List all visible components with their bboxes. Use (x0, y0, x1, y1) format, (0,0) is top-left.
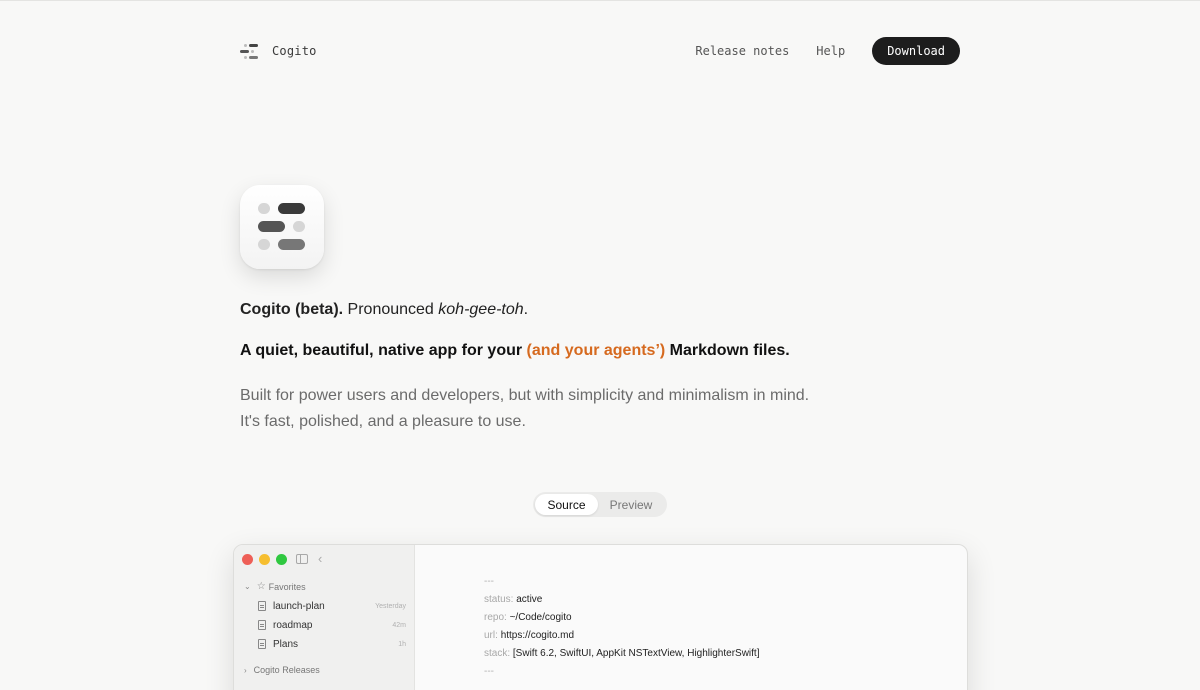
editor-line: status: active (484, 591, 760, 609)
sidebar-item-launch-plan[interactable]: launch-plan Yesterday (258, 598, 406, 614)
nav-links: Release notes Help Download (695, 36, 960, 66)
minimize-window-button[interactable] (259, 554, 270, 565)
headline-start: A quiet, beautiful, native app for your (240, 342, 527, 359)
cogito-logo-icon (240, 43, 258, 59)
releases-section[interactable]: › Cogito Releases (244, 665, 320, 675)
sidebar: ‹ ⌄ ☆ Favorites launch-plan Yesterday ro… (234, 545, 415, 690)
tagline: Cogito (beta). Pronounced koh-gee-toh. (240, 301, 528, 319)
line-value: https://cogito.md (500, 630, 575, 641)
sidebar-item-roadmap[interactable]: roadmap 42m (258, 617, 406, 633)
brand[interactable]: Cogito (240, 36, 317, 66)
brand-name: Cogito (272, 44, 317, 58)
close-window-button[interactable] (242, 554, 253, 565)
tab-source[interactable]: Source (535, 494, 598, 515)
sidebar-item-plans[interactable]: Plans 1h (258, 636, 406, 652)
releases-label: Cogito Releases (253, 665, 320, 675)
tagline-pronounced: Pronounced (343, 301, 439, 318)
headline-end: Markdown files. (665, 342, 790, 359)
file-name: launch-plan (273, 600, 325, 612)
description-line-1: Built for power users and developers, bu… (240, 387, 810, 404)
file-name: Plans (273, 638, 299, 650)
headline: A quiet, beautiful, native app for your … (240, 342, 790, 360)
headline-accent: (and your agents’) (526, 342, 666, 359)
star-icon: ☆ (256, 581, 266, 592)
chevron-down-icon: ⌄ (244, 582, 251, 591)
top-nav: Cogito Release notes Help Download (240, 36, 960, 66)
line-value: ~/Code/cogito (509, 612, 572, 623)
editor-line: repo: ~/Code/cogito (484, 609, 760, 627)
source-preview-toggle: Source Preview (533, 492, 667, 517)
line-value: [Swift 6.2, SwiftUI, AppKit NSTextView, … (512, 648, 760, 659)
line-value: active (516, 594, 543, 605)
frontmatter-close: --- (484, 666, 494, 677)
tagline-product: Cogito (beta). (240, 301, 344, 318)
document-icon (258, 639, 266, 649)
tagline-period: . (523, 301, 529, 318)
back-chevron-icon[interactable]: ‹ (318, 551, 322, 566)
file-time: 1h (398, 640, 406, 648)
editor-line: url: https://cogito.md (484, 627, 760, 645)
line-key: repo: (484, 612, 507, 623)
favorites-section[interactable]: ⌄ ☆ Favorites (244, 581, 306, 592)
app-window: ‹ ⌄ ☆ Favorites launch-plan Yesterday ro… (233, 544, 968, 690)
line-key: stack: (484, 648, 511, 659)
file-time: Yesterday (375, 602, 406, 610)
file-name: roadmap (273, 619, 313, 631)
markdown-editor[interactable]: --- status: active repo: ~/Code/cogito u… (484, 573, 760, 681)
description: Built for power users and developers, bu… (240, 383, 840, 435)
editor-line: stack: [Swift 6.2, SwiftUI, AppKit NSTex… (484, 645, 760, 663)
line-key: status: (484, 594, 514, 605)
frontmatter-open: --- (484, 576, 494, 587)
document-icon (258, 620, 266, 630)
download-button[interactable]: Download (872, 37, 960, 65)
nav-help-link[interactable]: Help (816, 44, 845, 58)
app-icon (240, 185, 324, 269)
zoom-window-button[interactable] (276, 554, 287, 565)
tagline-pronunciation: koh-gee-toh (438, 301, 524, 318)
sidebar-toggle-icon[interactable] (296, 554, 308, 564)
document-icon (258, 601, 266, 611)
top-border (0, 0, 1200, 1)
description-line-2: It's fast, polished, and a pleasure to u… (240, 413, 526, 430)
line-key: url: (484, 630, 498, 641)
tab-preview[interactable]: Preview (598, 494, 664, 515)
file-time: 42m (392, 621, 406, 629)
favorites-label: Favorites (268, 581, 306, 592)
chevron-right-icon: › (244, 665, 247, 675)
nav-release-notes-link[interactable]: Release notes (695, 44, 789, 58)
